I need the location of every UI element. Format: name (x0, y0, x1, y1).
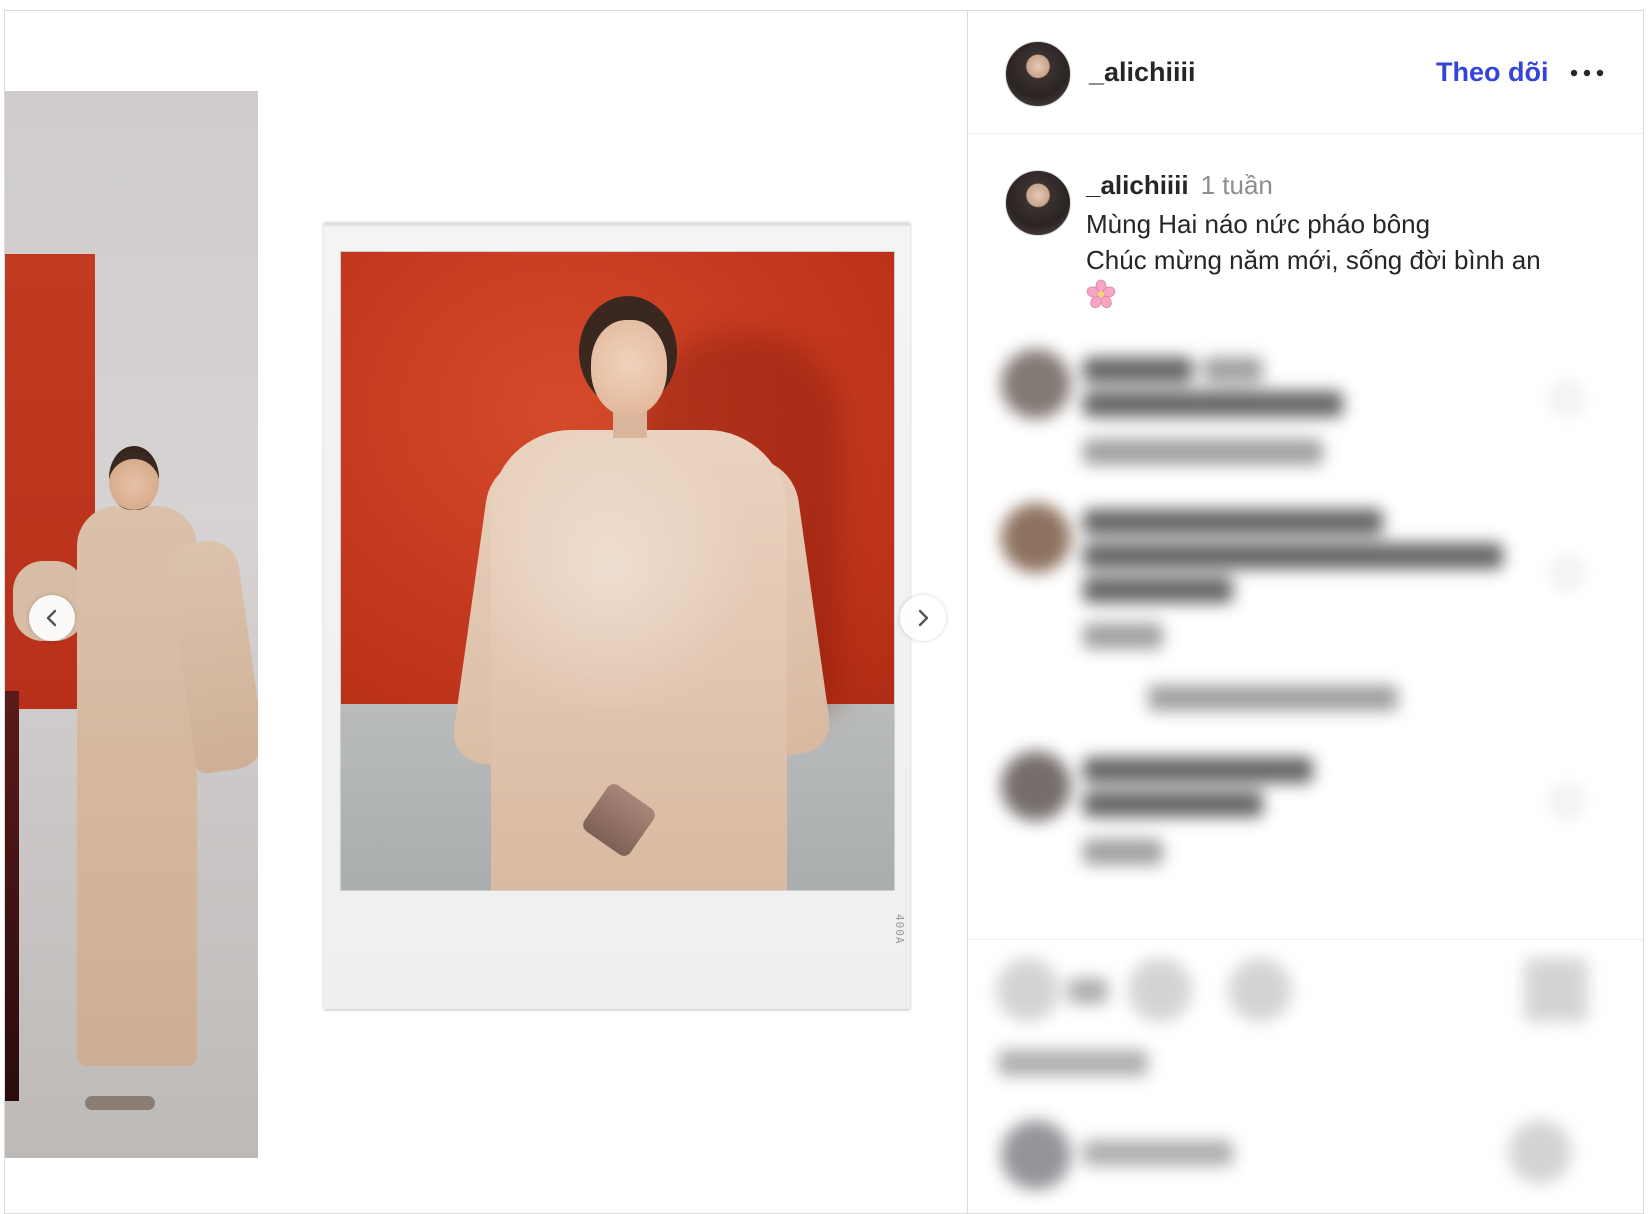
share-icon (1228, 958, 1292, 1022)
post-caption: _alichiiii 1 tuần Mùng Hai náo nức pháo b… (968, 134, 1643, 324)
comment-avatar (1001, 349, 1071, 419)
ellipsis-icon[interactable] (1568, 63, 1606, 83)
carousel-next-button[interactable] (900, 595, 946, 641)
like-icon (996, 958, 1060, 1022)
post-dialog: 400A _alichiiii Theo dõi _alichiiii 1 tu… (4, 10, 1644, 1214)
like-icon (1553, 385, 1581, 413)
avatar (1001, 1120, 1071, 1190)
caption-line: Chúc mừng năm mới, sống đời bình an (1086, 245, 1541, 275)
author-username[interactable]: _alichiiii (1089, 57, 1196, 88)
caption-username[interactable]: _alichiiii (1086, 170, 1189, 200)
comments-list-blurred (968, 331, 1643, 931)
caption-line: Mùng Hai náo nức pháo bông (1086, 209, 1431, 239)
emoji-icon (1508, 1120, 1572, 1184)
post-actions-blurred (968, 939, 1643, 1213)
post-header: _alichiiii Theo dõi (968, 11, 1643, 134)
avatar[interactable] (1005, 41, 1071, 107)
caption-timestamp[interactable]: 1 tuần (1201, 170, 1273, 200)
comment-icon (1128, 958, 1192, 1022)
caption-avatar[interactable] (1005, 170, 1071, 236)
caption-text: Mùng Hai náo nức pháo bông Chúc mừng năm… (1086, 206, 1626, 278)
like-icon (1553, 787, 1581, 815)
media-carousel: 400A (5, 11, 968, 1213)
photo-image (340, 251, 895, 891)
cherry-blossom-icon (1086, 279, 1116, 309)
carousel-prev-button[interactable] (29, 595, 75, 641)
post-side-panel: _alichiiii Theo dõi _alichiiii 1 tuần Mùn… (967, 11, 1643, 1213)
follow-button[interactable]: Theo dõi (1436, 57, 1548, 88)
comment-avatar (1001, 751, 1071, 821)
bookmark-icon (1524, 958, 1588, 1022)
chevron-left-icon (46, 609, 57, 627)
film-stamp: 400A (893, 914, 906, 945)
chevron-right-icon (918, 609, 929, 627)
current-photo: 400A (324, 222, 910, 1009)
comment-avatar (1001, 503, 1071, 573)
like-icon (1553, 559, 1581, 587)
